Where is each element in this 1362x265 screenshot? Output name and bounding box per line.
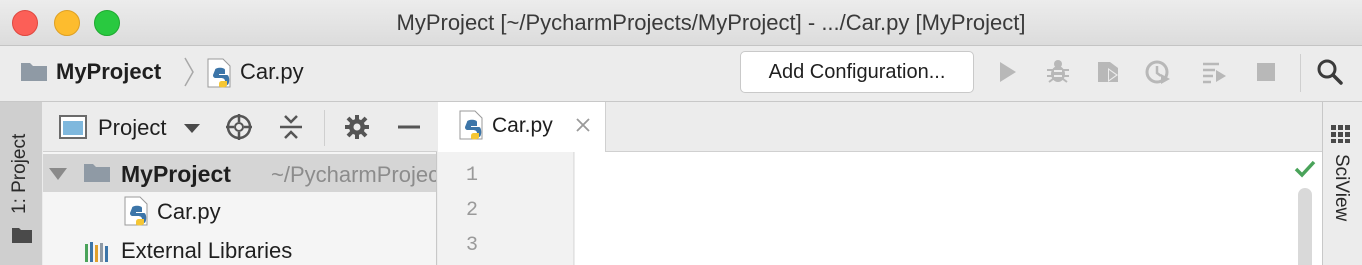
python-file-icon [124, 196, 148, 226]
stop-icon[interactable] [1252, 58, 1280, 86]
tree-row-external-libraries[interactable]: External Libraries [43, 230, 436, 265]
tree-file-name: Car.py [157, 199, 221, 224]
run-icon[interactable] [994, 58, 1022, 86]
project-tool-window-label[interactable]: 1: Project [9, 94, 31, 214]
line-number-gutter: 1 2 3 [438, 152, 574, 265]
collapse-all-icon[interactable] [277, 113, 305, 141]
title-bar: MyProject [~/PycharmProjects/MyProject] … [0, 0, 1362, 46]
add-configuration-button[interactable]: Add Configuration... [740, 51, 974, 93]
header-separator [324, 110, 325, 146]
tree-row-project-root[interactable]: MyProject ~/PycharmProjects/MyProject [43, 154, 436, 192]
toolbar-separator [1300, 54, 1301, 92]
expand-arrow-icon[interactable] [49, 168, 67, 180]
folder-icon [84, 164, 110, 182]
sciview-tool-window-button[interactable]: SciView [1330, 154, 1352, 221]
search-icon[interactable] [1316, 58, 1344, 86]
tab-car-py[interactable]: Car.py [438, 102, 606, 152]
chevron-down-icon[interactable] [184, 124, 200, 133]
code-editor[interactable] [575, 152, 1322, 265]
editor-tab-bar: Car.py [438, 102, 1322, 152]
libraries-icon [85, 242, 108, 262]
debug-icon[interactable] [1044, 58, 1072, 86]
tree-external-libraries: External Libraries [121, 238, 293, 263]
breadcrumb-file[interactable]: Car.py [240, 59, 304, 85]
tree-row-file[interactable]: Car.py [43, 192, 436, 230]
project-tree: MyProject ~/PycharmProjects/MyProject Ca… [43, 152, 437, 265]
breadcrumb-project[interactable]: MyProject [56, 59, 161, 85]
tab-label: Car.py [492, 114, 553, 137]
gear-icon[interactable] [343, 113, 371, 141]
line-number: 3 [465, 234, 478, 257]
profile-icon[interactable] [1144, 58, 1172, 86]
line-number: 1 [465, 164, 478, 187]
concurrency-icon[interactable] [1200, 58, 1228, 86]
folder-icon [21, 63, 47, 81]
tree-project-path: ~/PycharmProjects/MyProject [271, 162, 436, 187]
folder-icon [12, 228, 32, 243]
tree-project-name: MyProject [121, 161, 231, 187]
python-file-icon [459, 110, 483, 140]
locate-icon[interactable] [225, 113, 253, 141]
window-title: MyProject [~/PycharmProjects/MyProject] … [396, 10, 1026, 35]
breadcrumb-separator-icon [184, 57, 194, 87]
sciview-icon [1331, 125, 1350, 143]
coverage-icon[interactable] [1094, 58, 1122, 86]
project-view-selector[interactable]: Project [98, 115, 166, 141]
navigation-toolbar: MyProject Car.py Add Configuration... [0, 46, 1362, 102]
editor-scrollbar[interactable] [1298, 188, 1312, 265]
check-icon [1294, 160, 1316, 178]
project-view-icon [59, 115, 87, 139]
python-file-icon [207, 58, 231, 88]
hide-icon[interactable] [395, 113, 423, 141]
project-panel-header: Project [43, 102, 437, 152]
line-number: 2 [465, 199, 478, 222]
close-icon[interactable] [574, 116, 592, 134]
